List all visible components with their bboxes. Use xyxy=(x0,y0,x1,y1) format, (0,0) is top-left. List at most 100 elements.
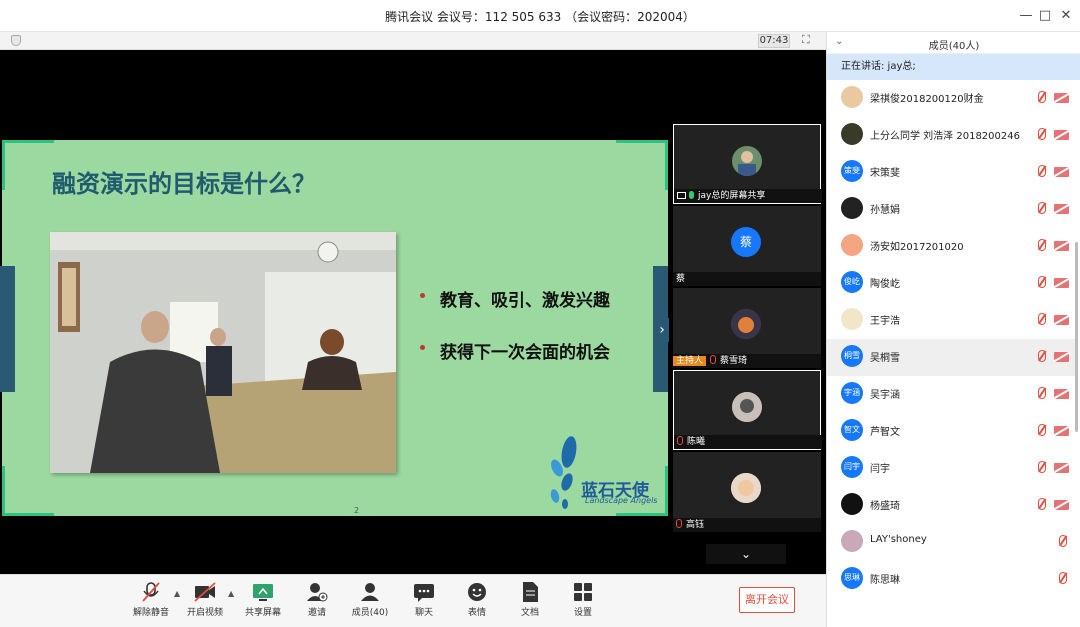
avatar xyxy=(841,530,863,552)
video-options-caret-icon[interactable]: ▲ xyxy=(228,589,234,598)
mic-muted-icon[interactable] xyxy=(1059,572,1067,584)
meeting-room-photo xyxy=(50,232,396,473)
collapse-tiles-chevron-icon[interactable]: › xyxy=(655,318,669,342)
invite-label: 邀请 xyxy=(307,608,326,618)
member-name: 孙慧娟 xyxy=(870,205,900,216)
slide-corner-decoration xyxy=(2,466,54,516)
leave-meeting-button[interactable]: 离开会议 xyxy=(739,587,795,613)
member-row[interactable]: 上分么同学 刘浩泽 2018200246 xyxy=(827,117,1075,154)
camera-off-icon[interactable] xyxy=(1054,500,1069,510)
avatar xyxy=(841,197,863,219)
mic-muted-icon[interactable] xyxy=(1038,202,1046,214)
camera-off-icon[interactable] xyxy=(1054,93,1069,103)
meeting-timer: 07:43 xyxy=(758,34,790,48)
video-tile[interactable]: 主持人 蔡雪琦 xyxy=(673,288,821,368)
host-badge: 主持人 xyxy=(673,356,707,366)
scroll-down-chevron-icon[interactable]: ⌄ xyxy=(706,544,786,564)
mic-muted-icon[interactable] xyxy=(1059,535,1067,547)
mic-muted-icon[interactable] xyxy=(1038,350,1046,362)
members-scrollbar[interactable] xyxy=(1075,242,1078,432)
slide-side-tab xyxy=(0,266,15,392)
slide-corner-decoration xyxy=(616,140,668,190)
member-row[interactable]: 杨盛琦 xyxy=(827,487,1075,524)
member-row[interactable]: 宇涵 吴宇涵 xyxy=(827,376,1075,413)
stage-top-strip: 07:43 ⛶ xyxy=(0,32,826,50)
member-row[interactable]: 策斐 宋策斐 xyxy=(827,154,1075,191)
mic-muted-icon[interactable] xyxy=(1038,276,1046,288)
start-video-label: 开启视频 xyxy=(186,608,223,618)
camera-off-icon[interactable] xyxy=(1054,204,1069,214)
camera-off-icon xyxy=(178,581,232,605)
camera-off-icon[interactable] xyxy=(1054,241,1069,251)
minimize-button[interactable]: — xyxy=(1016,6,1036,26)
member-name: 梁祺俊2018200120财金 xyxy=(870,94,984,105)
mic-muted-icon[interactable] xyxy=(1038,165,1046,177)
member-row[interactable]: LAY'shoney xyxy=(827,524,1075,561)
emoji-icon xyxy=(450,581,504,605)
document-button[interactable]: 文档 xyxy=(503,581,557,623)
camera-off-icon[interactable] xyxy=(1054,389,1069,399)
slide-title: 融资演示的目标是什么？ xyxy=(52,170,316,198)
settings-button[interactable]: 设置 xyxy=(556,581,610,623)
camera-off-icon[interactable] xyxy=(1054,167,1069,177)
member-name: 吴桐雪 xyxy=(870,353,900,364)
member-name: 杨盛琦 xyxy=(870,501,900,512)
tile-name-bar: 高钰 xyxy=(673,518,821,532)
mic-muted-icon[interactable] xyxy=(1038,313,1046,325)
member-row[interactable]: 闫宇 闫宇 xyxy=(827,450,1075,487)
avatar: 策斐 xyxy=(841,160,863,182)
video-tile[interactable]: 蔡 蔡 xyxy=(673,206,821,286)
fullscreen-icon[interactable]: ⛶ xyxy=(802,33,810,47)
camera-off-icon[interactable] xyxy=(1054,426,1069,436)
camera-off-icon[interactable] xyxy=(1054,315,1069,325)
avatar: 智文 xyxy=(841,419,863,441)
member-row[interactable]: 王宇浩 xyxy=(827,302,1075,339)
invite-button[interactable]: 邀请 xyxy=(290,581,344,623)
member-row[interactable]: 智文 芦智文 xyxy=(827,413,1075,450)
video-tile[interactable]: 陈曦 xyxy=(673,370,822,450)
mic-muted-icon xyxy=(124,581,178,605)
camera-off-icon[interactable] xyxy=(1054,130,1069,140)
member-row[interactable]: 俊屹 陶俊屹 xyxy=(827,265,1075,302)
avatar: 思琳 xyxy=(841,567,863,589)
member-name: 闫宇 xyxy=(870,464,890,475)
chat-button[interactable]: 聊天 xyxy=(397,581,451,623)
mic-muted-icon[interactable] xyxy=(1038,461,1046,473)
mic-muted-icon[interactable] xyxy=(1038,128,1046,140)
settings-label: 设置 xyxy=(573,608,592,618)
video-tile[interactable]: jay总的屏幕共享 xyxy=(673,124,822,204)
member-row[interactable]: 梁祺俊2018200120财金 xyxy=(827,80,1075,117)
member-row[interactable]: 孙慧娟 xyxy=(827,191,1075,228)
mic-muted-icon[interactable] xyxy=(1038,424,1046,436)
camera-off-icon[interactable] xyxy=(1054,463,1069,473)
avatar xyxy=(841,86,863,108)
start-video-button[interactable]: 开启视频 xyxy=(178,581,232,623)
member-row[interactable]: 桐雪 吴桐雪 xyxy=(827,339,1075,376)
share-screen-label: 共享屏幕 xyxy=(244,608,281,618)
mic-muted-icon[interactable] xyxy=(1038,239,1046,251)
share-screen-button[interactable]: 共享屏幕 xyxy=(236,581,290,623)
member-row[interactable]: 汤安如2017201020 xyxy=(827,228,1075,265)
members-button[interactable]: 成员(40) xyxy=(343,581,397,623)
camera-off-icon[interactable] xyxy=(1054,278,1069,288)
screen-share-icon xyxy=(677,192,686,199)
avatar xyxy=(841,308,863,330)
maximize-button[interactable]: □ xyxy=(1035,6,1055,26)
avatar: 俊屹 xyxy=(841,271,863,293)
member-row[interactable]: 思琳 陈思琳 xyxy=(827,561,1075,598)
unmute-button[interactable]: 解除静音 xyxy=(124,581,178,623)
video-tile[interactable]: 高钰 xyxy=(673,452,821,532)
close-button[interactable]: ✕ xyxy=(1056,6,1076,26)
share-screen-icon xyxy=(236,581,290,605)
meeting-stage: 07:43 ⛶ 融资演示的目标是什么？ 教育、吸引、激发兴趣 获得下一次会面的机… xyxy=(0,32,826,574)
members-label: 成员(40) xyxy=(351,608,389,618)
member-name: 王宇浩 xyxy=(870,316,900,327)
emoji-button[interactable]: 表情 xyxy=(450,581,504,623)
mic-muted-icon[interactable] xyxy=(1038,498,1046,510)
camera-off-icon[interactable] xyxy=(1054,352,1069,362)
mic-muted-icon[interactable] xyxy=(1038,91,1046,103)
security-shield-icon[interactable] xyxy=(11,35,21,46)
landscape-angels-logo: 蓝石天使 Landscape Angels xyxy=(543,434,663,510)
member-name: 上分么同学 刘浩泽 2018200246 xyxy=(870,131,1020,142)
mic-muted-icon[interactable] xyxy=(1038,387,1046,399)
